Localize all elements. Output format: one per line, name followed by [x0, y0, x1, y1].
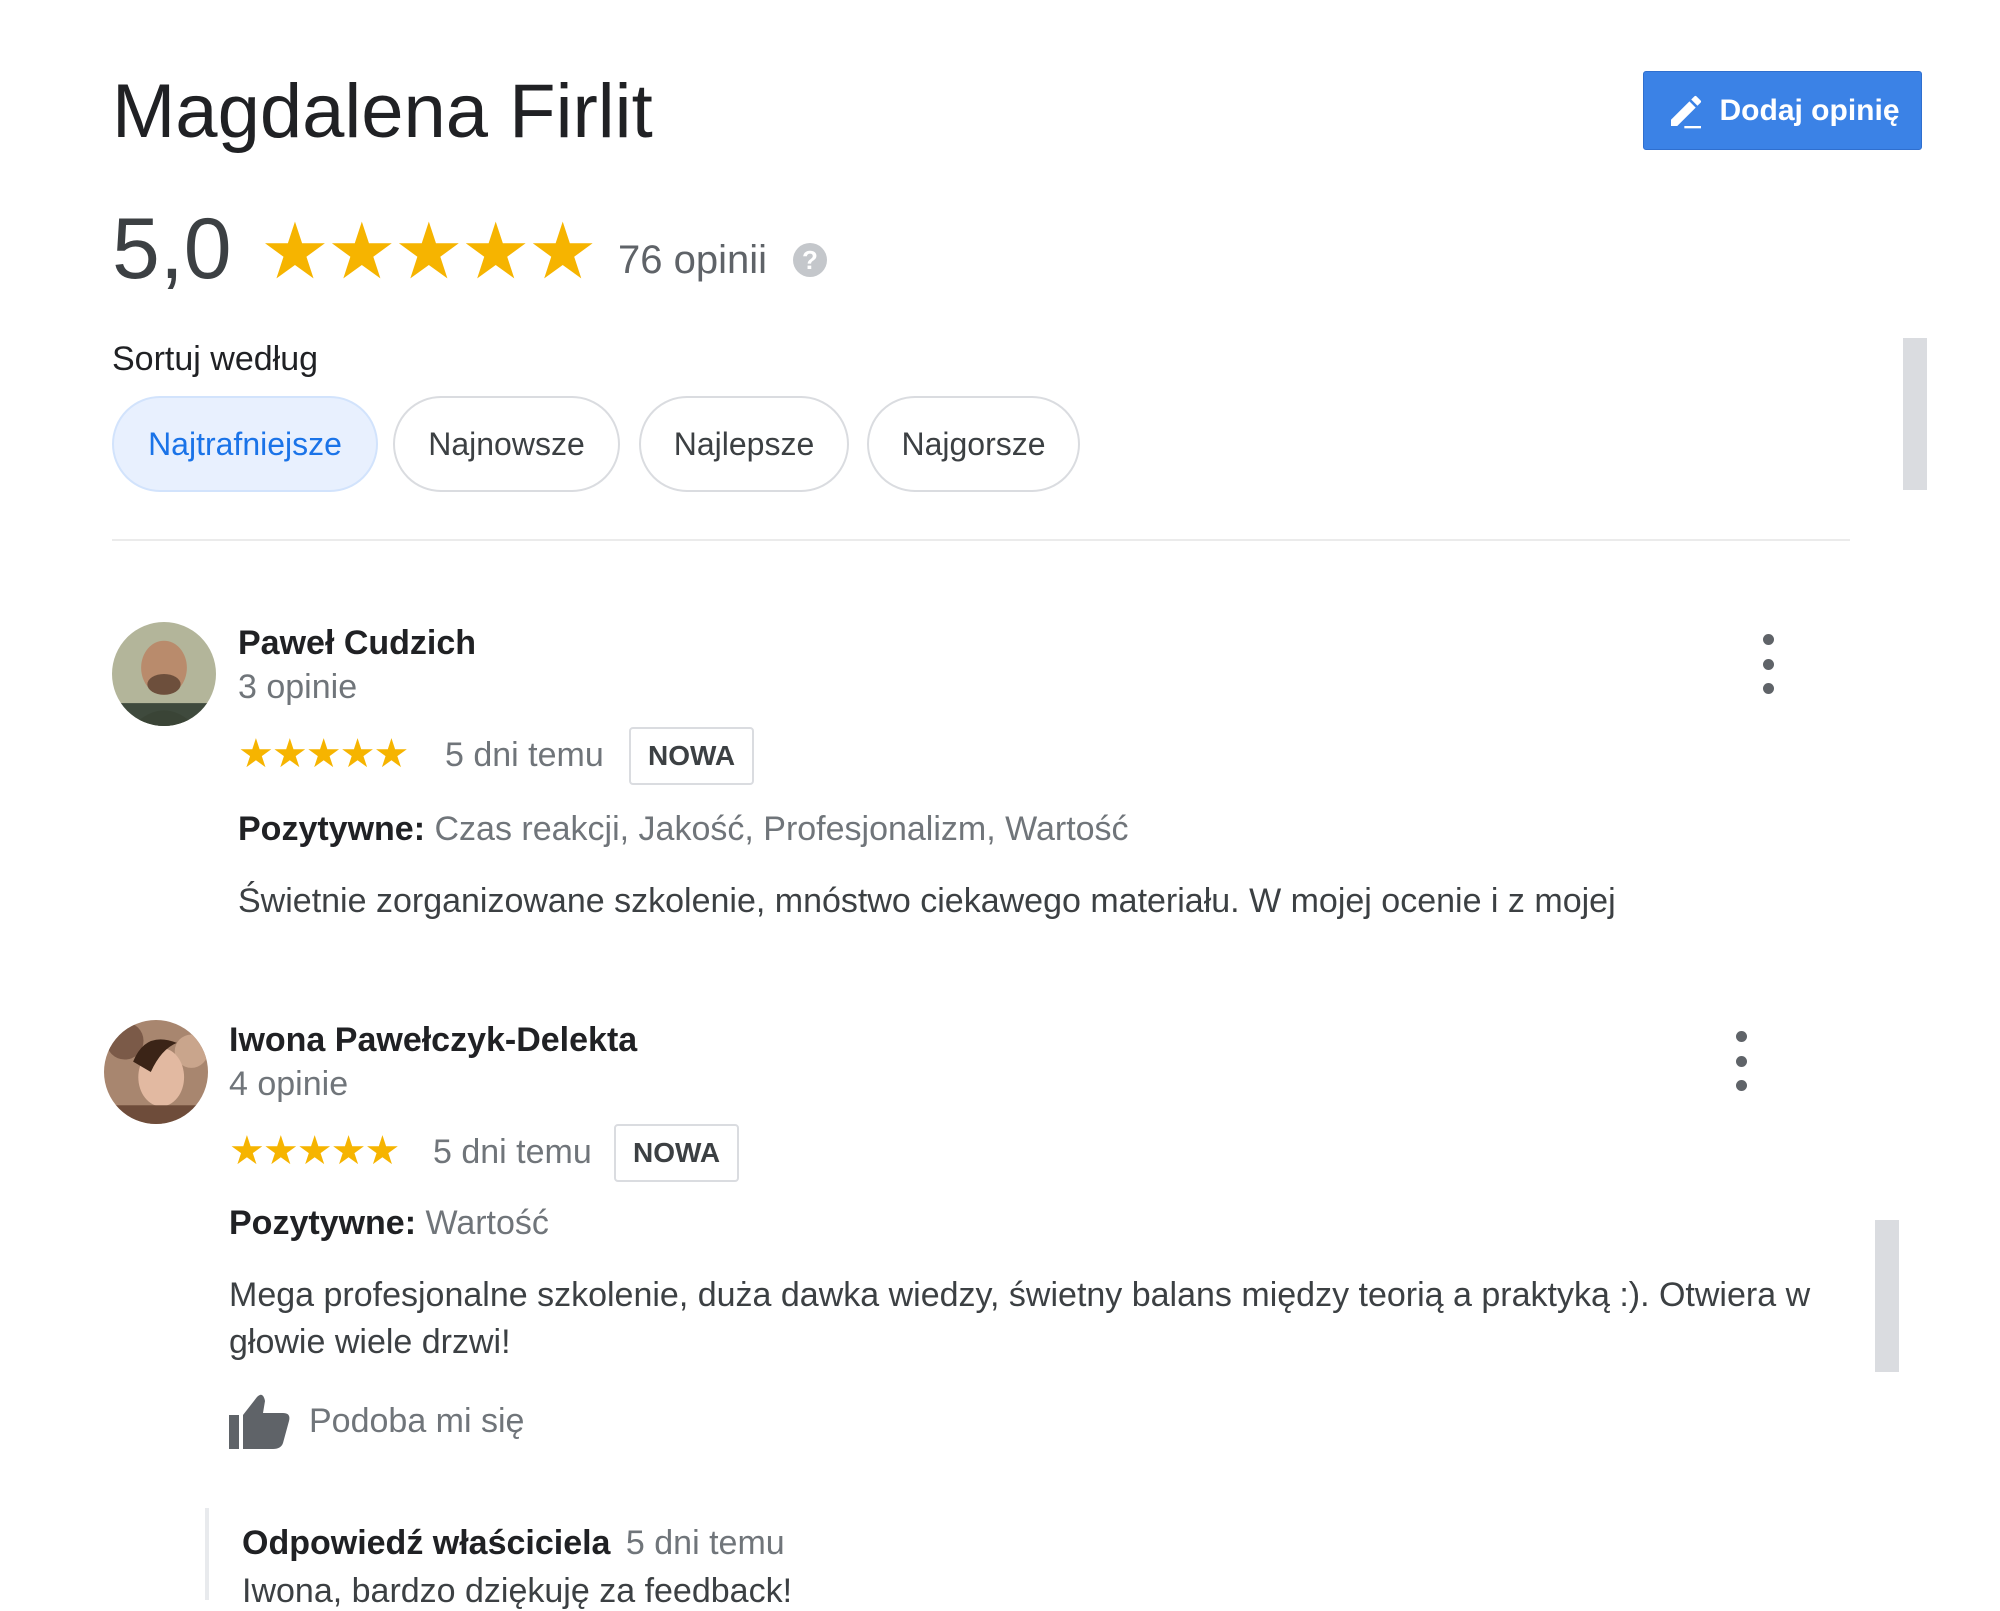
review-positives: Pozytywne: Wartość: [229, 1204, 549, 1243]
like-button[interactable]: Podoba mi się: [229, 1393, 524, 1449]
positives-values: Wartość: [425, 1204, 549, 1242]
page-title: Magdalena Firlit: [112, 69, 653, 154]
positives-values: Czas reakcji, Jakość, Profesjonalizm, Wa…: [434, 810, 1129, 848]
more-vert-icon[interactable]: [1721, 1031, 1761, 1091]
scrollbar-thumb[interactable]: [1903, 338, 1927, 490]
like-label: Podoba mi się: [309, 1401, 525, 1440]
positives-label: Pozytywne:: [229, 1204, 417, 1242]
average-stars: ★★★★★: [260, 207, 598, 295]
scrollbar-thumb[interactable]: [1875, 1220, 1899, 1372]
review-positives: Pozytywne: Czas reakcji, Jakość, Profesj…: [238, 810, 1129, 849]
review-time: 5 dni temu: [445, 736, 604, 774]
sort-chip-newest[interactable]: Najnowsze: [393, 396, 620, 492]
new-badge: NOWA: [629, 727, 755, 785]
new-badge: NOWA: [614, 1124, 740, 1182]
review-author[interactable]: Paweł Cudzich: [238, 624, 476, 663]
review-author[interactable]: Iwona Pawełczyk-Delekta: [229, 1021, 637, 1060]
reply-divider: [205, 1508, 209, 1600]
add-review-button[interactable]: Dodaj opinię: [1643, 71, 1922, 150]
divider: [112, 539, 1850, 541]
review-time: 5 dni temu: [433, 1133, 592, 1171]
author-review-count: 3 opinie: [238, 668, 358, 706]
sort-label: Sortuj według: [112, 340, 319, 378]
pencil-icon: [1666, 91, 1706, 131]
review-text: Świetnie zorganizowane szkolenie, mnóstw…: [238, 882, 1616, 920]
author-review-count: 4 opinie: [229, 1065, 349, 1103]
review-text: Mega profesjonalne szkolenie, duża dawka…: [229, 1276, 1811, 1361]
avatar[interactable]: [112, 622, 216, 726]
review-count[interactable]: 76 opinii: [618, 238, 767, 283]
avatar[interactable]: [104, 1020, 208, 1124]
positives-label: Pozytywne:: [238, 810, 426, 848]
sort-chip-best[interactable]: Najlepsze: [639, 396, 849, 492]
thumb-up-icon: [229, 1393, 291, 1449]
review-stars: ★★★★★: [229, 1129, 400, 1173]
add-review-label: Dodaj opinię: [1719, 93, 1900, 127]
sort-chip-worst[interactable]: Najgorsze: [867, 396, 1080, 492]
help-icon[interactable]: ?: [793, 243, 827, 277]
average-rating: 5,0: [112, 201, 232, 297]
owner-reply-time: 5 dni temu: [625, 1524, 785, 1562]
review-stars: ★★★★★: [238, 732, 409, 776]
sort-chip-relevant[interactable]: Najtrafniejsze: [112, 396, 378, 492]
owner-reply-header: Odpowiedź właściciela 5 dni temu: [242, 1524, 785, 1563]
owner-reply-label: Odpowiedź właściciela: [242, 1524, 611, 1562]
owner-reply-text: Iwona, bardzo dziękuję za feedback!: [242, 1572, 793, 1610]
more-vert-icon[interactable]: [1748, 634, 1788, 694]
